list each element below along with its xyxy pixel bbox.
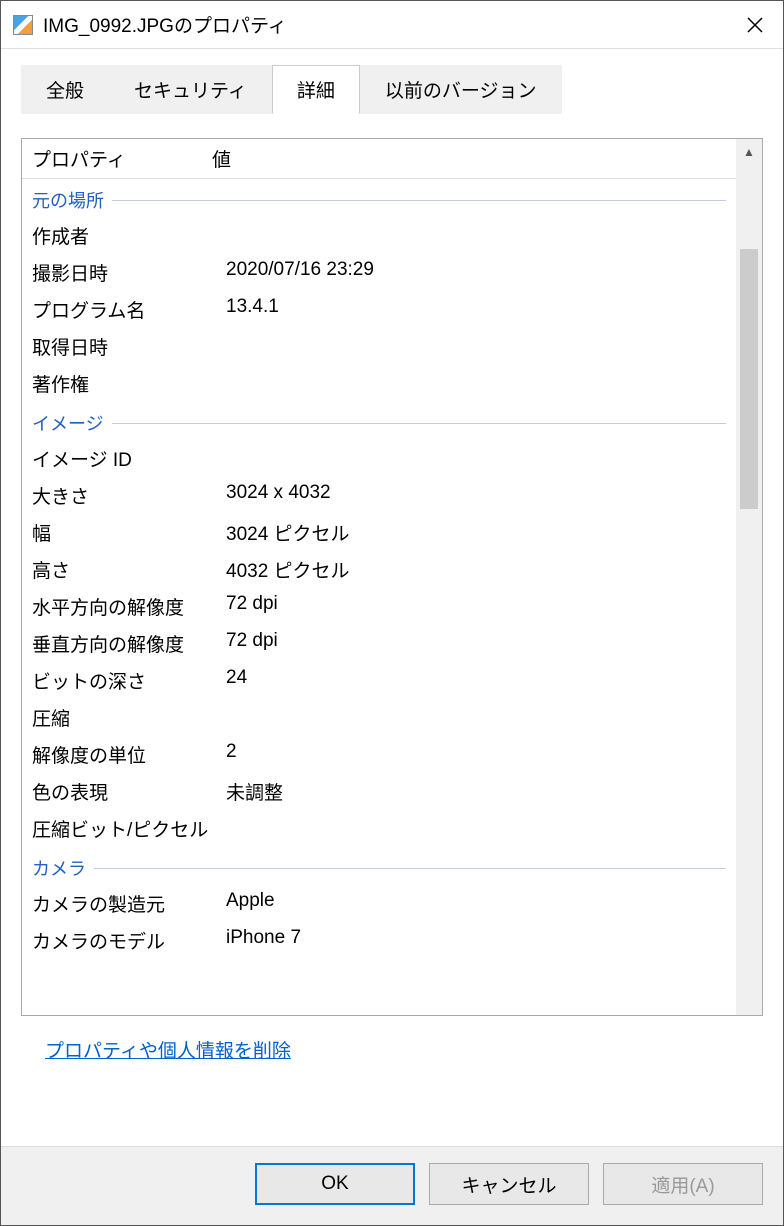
table-row[interactable]: 圧縮ビット/ピクセル [22,810,736,847]
table-row[interactable]: 取得日時 [22,328,736,365]
prop-value: 72 dpi [226,593,736,620]
details-panel: プロパティ 値 元の場所 作成者 撮影日時2020/07/16 23:29 プロ… [1,114,783,1146]
prop-label: 作成者 [22,222,226,249]
table-row[interactable]: 撮影日時2020/07/16 23:29 [22,254,736,291]
titlebar: IMG_0992.JPGのプロパティ [1,1,783,49]
prop-value [226,333,736,360]
property-table: プロパティ 値 元の場所 作成者 撮影日時2020/07/16 23:29 プロ… [21,138,763,1016]
cancel-button[interactable]: キャンセル [429,1163,589,1205]
prop-label: 高さ [22,556,226,583]
prop-label: 圧縮 [22,704,226,731]
header-property: プロパティ [22,145,212,172]
prop-label: イメージ ID [22,445,226,472]
table-header: プロパティ 値 [22,139,736,179]
prop-label: 幅 [22,519,226,546]
prop-value: 4032 ピクセル [226,556,736,583]
prop-label: 取得日時 [22,333,226,360]
scrollbar-thumb[interactable] [740,249,758,509]
prop-value: Apple [226,890,736,917]
scrollbar[interactable]: ▲ [736,139,762,1015]
prop-value: 2020/07/16 23:29 [226,259,736,286]
table-row[interactable]: 幅3024 ピクセル [22,514,736,551]
prop-value [226,815,736,842]
prop-value [226,370,736,397]
prop-label: 水平方向の解像度 [22,593,226,620]
table-row[interactable]: 解像度の単位2 [22,736,736,773]
prop-value [226,445,736,472]
table-row[interactable]: 作成者 [22,217,736,254]
file-icon [13,15,33,35]
prop-label: 垂直方向の解像度 [22,630,226,657]
table-row[interactable]: 大きさ3024 x 4032 [22,477,736,514]
prop-label: カメラのモデル [22,927,226,954]
tab-general[interactable]: 全般 [21,65,109,114]
window-title: IMG_0992.JPGのプロパティ [43,11,739,38]
section-origin: 元の場所 [22,179,736,217]
prop-value: 72 dpi [226,630,736,657]
section-image: イメージ [22,402,736,440]
table-row[interactable]: ビットの深さ24 [22,662,736,699]
prop-value: 3024 x 4032 [226,482,736,509]
close-button[interactable] [739,9,771,41]
tab-details[interactable]: 詳細 [272,65,360,114]
prop-label: プログラム名 [22,296,226,323]
table-row[interactable]: プログラム名13.4.1 [22,291,736,328]
prop-label: 圧縮ビット/ピクセル [22,815,226,842]
scroll-up-icon[interactable]: ▲ [736,139,762,165]
prop-value: 未調整 [226,778,736,805]
table-row[interactable]: カメラの製造元Apple [22,885,736,922]
prop-label: 大きさ [22,482,226,509]
prop-value: iPhone 7 [226,927,736,954]
table-row[interactable]: 著作権 [22,365,736,402]
section-camera: カメラ [22,847,736,885]
prop-value [226,704,736,731]
table-row[interactable]: 水平方向の解像度72 dpi [22,588,736,625]
prop-value: 2 [226,741,736,768]
prop-label: 解像度の単位 [22,741,226,768]
prop-label: ビットの深さ [22,667,226,694]
table-row[interactable]: 圧縮 [22,699,736,736]
apply-button[interactable]: 適用(A) [603,1163,763,1205]
tab-previous-versions[interactable]: 以前のバージョン [360,65,562,114]
table-row[interactable]: 垂直方向の解像度72 dpi [22,625,736,662]
prop-value: 3024 ピクセル [226,519,736,546]
prop-label: 撮影日時 [22,259,226,286]
button-bar: OK キャンセル 適用(A) [1,1146,783,1225]
prop-value: 13.4.1 [226,296,736,323]
tab-security[interactable]: セキュリティ [109,65,272,114]
table-row[interactable]: 色の表現未調整 [22,773,736,810]
table-row[interactable]: カメラのモデルiPhone 7 [22,922,736,959]
prop-value: 24 [226,667,736,694]
tab-bar: 全般 セキュリティ 詳細 以前のバージョン [1,49,783,114]
prop-label: 色の表現 [22,778,226,805]
remove-properties-link[interactable]: プロパティや個人情報を削除 [21,1016,763,1063]
table-row[interactable]: 高さ4032 ピクセル [22,551,736,588]
table-row[interactable]: イメージ ID [22,440,736,477]
prop-value [226,222,736,249]
header-value: 値 [212,145,736,172]
prop-label: 著作権 [22,370,226,397]
ok-button[interactable]: OK [255,1163,415,1205]
prop-label: カメラの製造元 [22,890,226,917]
